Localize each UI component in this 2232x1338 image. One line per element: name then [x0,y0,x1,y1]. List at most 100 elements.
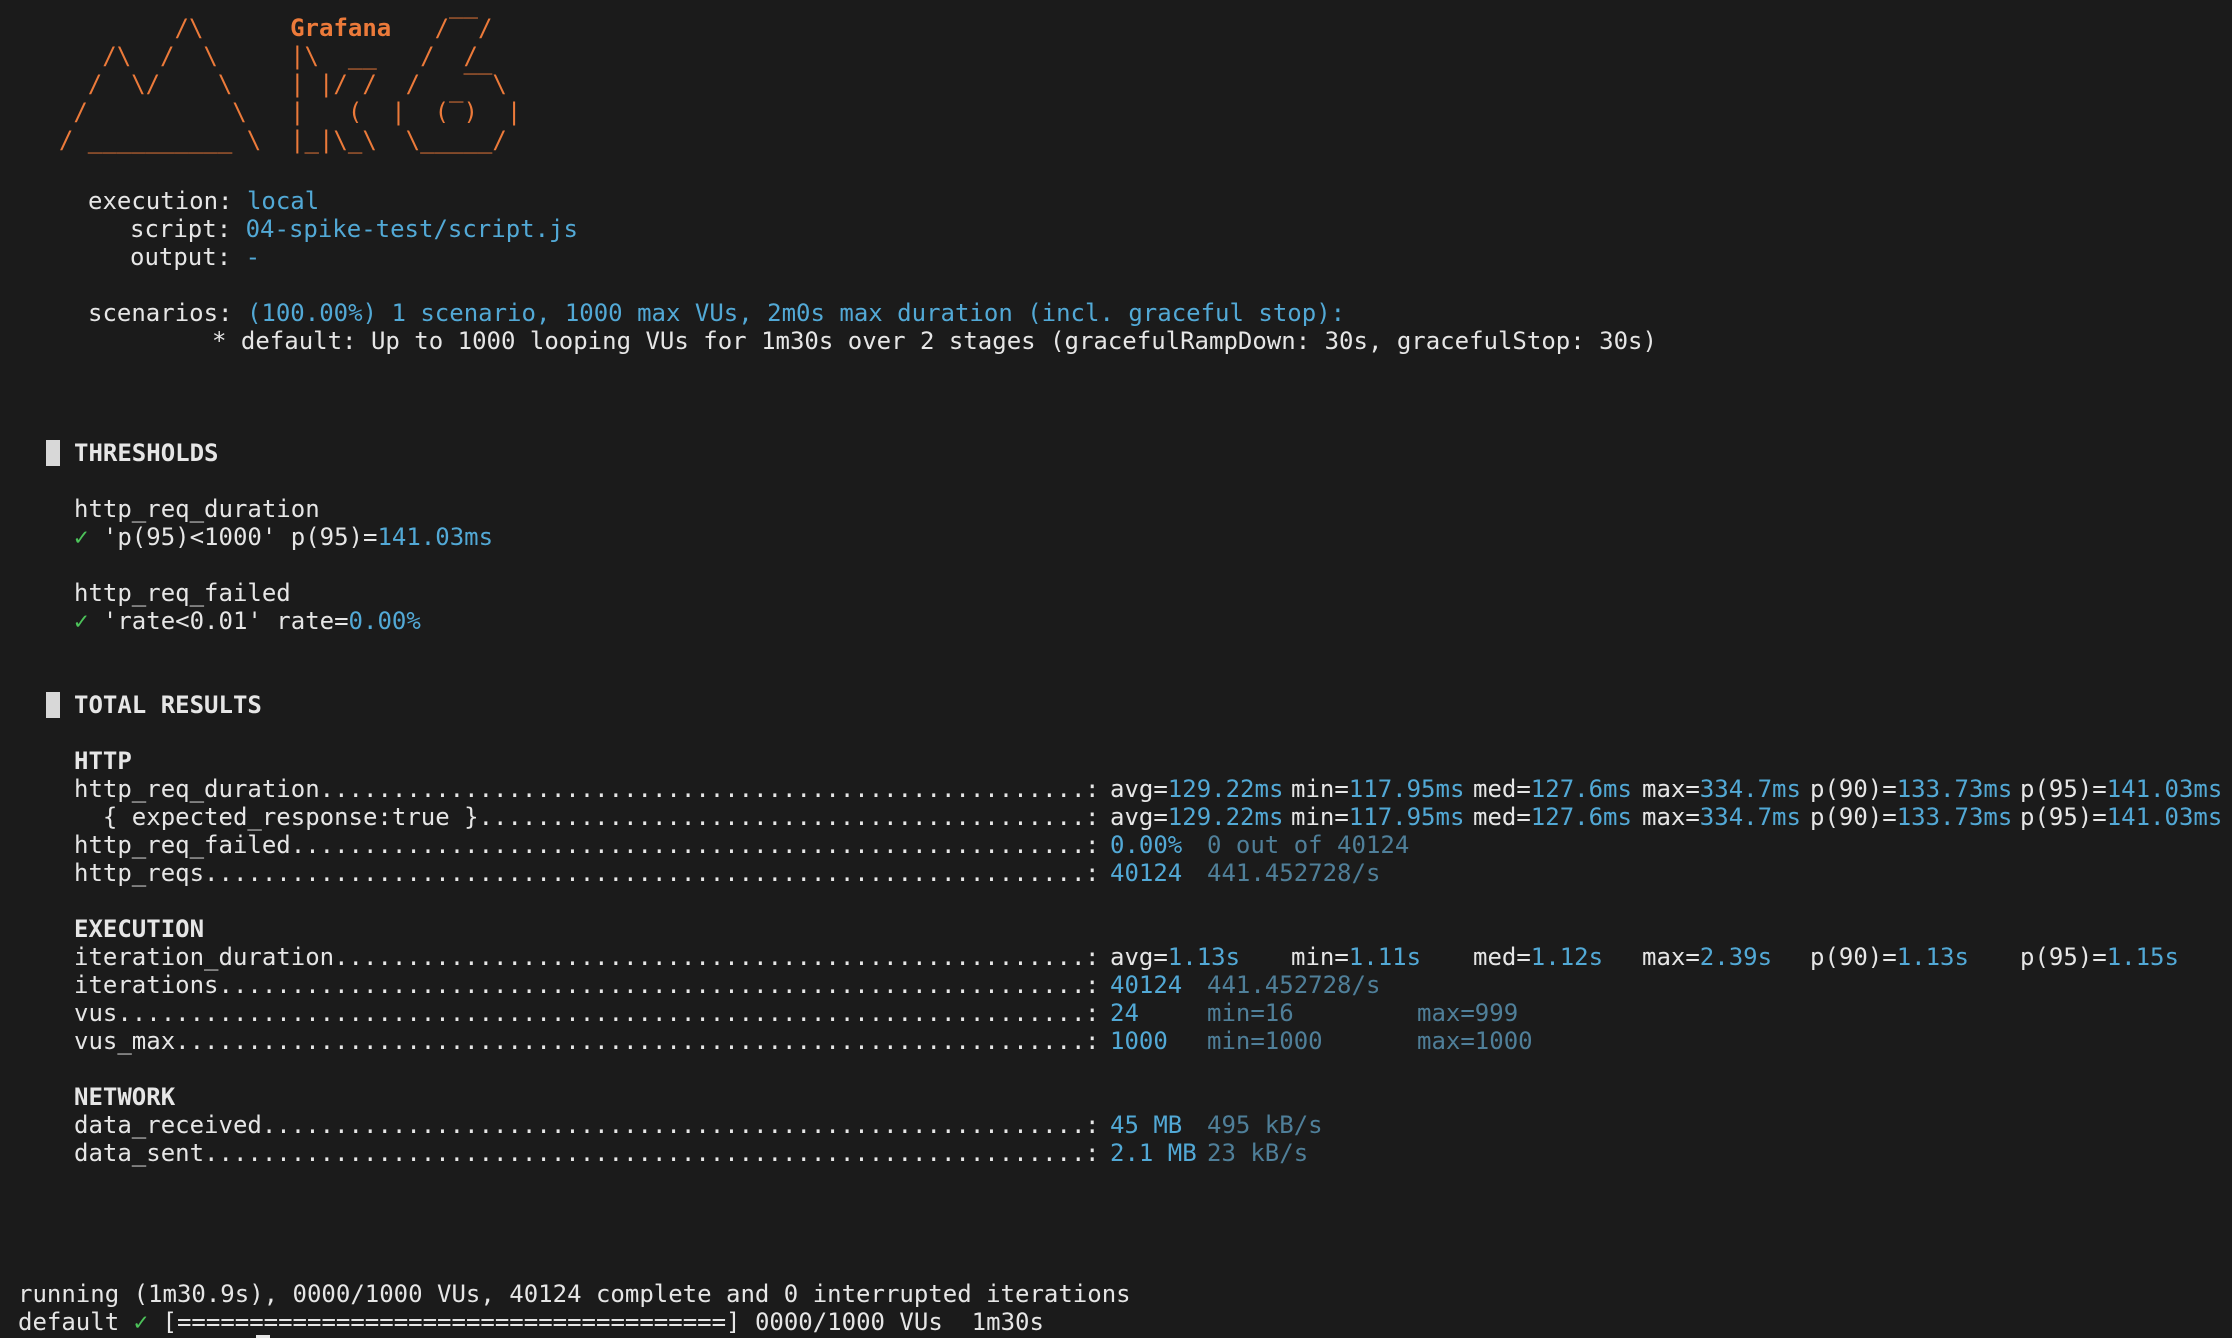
threshold-rule: 'p(95)<1000' p(95)= [102,523,378,551]
metric-stat: min=117.95ms [1291,775,1464,803]
metric-colon: : [1085,803,1100,831]
metric-stat: min=1.11s [1291,943,1421,971]
stat-key: max= [1642,803,1700,831]
check-icon: ✓ [133,1308,149,1336]
progress-scenario-name: default [18,1308,120,1336]
execution-label: execution: [88,187,233,215]
stat-value: 133.73ms [1896,803,2013,831]
metric-stat: avg=129.22ms [1110,775,1283,803]
stat-key: avg= [1110,775,1168,803]
threshold-metric: http_req_failed [74,579,291,607]
metric-extra: 0 out of 40124 [1207,831,1410,859]
metric-extra: min=1000 [1207,1027,1323,1055]
threshold-value: 0.00% [348,607,421,635]
metric-colon: : [1085,859,1100,887]
section-marker [46,692,60,718]
metric-value: 40124 [1110,971,1183,999]
metric-extra: max=999 [1417,999,1519,1027]
stat-key: p(95)= [2020,775,2107,803]
metric-stat: max=334.7ms [1642,803,1801,831]
execution-group-title: EXECUTION [74,915,205,943]
k6-ascii-logo: /\ Grafana /‾‾/ /\ / \ |\ __ / / / \/ \ … [30,14,521,154]
stat-value: 117.95ms [1348,803,1465,831]
stat-value: 133.73ms [1896,775,2013,803]
progress-bar: [======================================] [162,1308,741,1336]
metric-stat: max=334.7ms [1642,775,1801,803]
metric-name: iterations [74,971,219,999]
dot-leader: ........................................… [478,803,1085,831]
progress-line: default ✓ [=============================… [18,1308,1044,1336]
stat-key: min= [1291,943,1349,971]
metric-value: 40124 [1110,859,1183,887]
metric-stat: avg=129.22ms [1110,803,1283,831]
metric-stat: p(95)=1.15s [2020,943,2179,971]
threshold-metric: http_req_duration [74,495,320,523]
metric-name: { expected_response:true } [74,803,479,831]
stat-key: p(90)= [1810,943,1897,971]
thresholds-section-header: THRESHOLDS [46,439,219,467]
dot-leader: ........................................… [204,859,1085,887]
metric-name: data_sent [74,1139,205,1167]
scenarios-line: scenarios: (100.00%) 1 scenario, 1000 ma… [88,299,1345,327]
dot-leader: ........................................… [117,999,1085,1027]
dot-leader: ........................................… [319,775,1085,803]
thresholds-title: THRESHOLDS [74,439,219,467]
dot-leader: ........................................… [218,971,1086,999]
metric-row-name: http_req_duration [74,775,320,803]
metric-extra: 23 kB/s [1207,1139,1309,1167]
metric-colon: : [1085,943,1100,971]
stat-value: 117.95ms [1348,775,1465,803]
metric-colon: : [1085,1139,1100,1167]
stat-key: avg= [1110,803,1168,831]
stat-value: 1.12s [1530,943,1604,971]
script-label: script: [130,215,232,243]
metric-name: http_req_failed [74,831,291,859]
metric-stat: p(90)=1.13s [1810,943,1969,971]
metric-row-name: http_reqs [74,859,204,887]
metric-extra: max=1000 [1417,1027,1533,1055]
metric-name: vus [74,999,118,1027]
check-icon: ✓ [74,523,89,551]
stat-value: 1.13s [1896,943,1969,971]
dot-leader: ........................................… [204,1139,1085,1167]
stat-value: 141.03ms [2106,775,2223,803]
metric-row-name: vus [74,999,117,1027]
metric-name: iteration_duration [74,943,335,971]
dot-leader: ........................................… [175,1027,1085,1055]
threshold-rule: 'rate<0.01' rate= [102,607,349,635]
metric-row-name: { expected_response:true } [74,803,479,831]
metric-colon: : [1085,831,1100,859]
stat-key: med= [1473,943,1531,971]
execution-line: execution: local [88,187,319,215]
metric-colon: : [1085,999,1100,1027]
stat-value: 1.13s [1167,943,1241,971]
stat-value: 127.6ms [1530,775,1632,803]
dot-leader: ........................................… [290,831,1085,859]
metric-row-name: iteration_duration [74,943,334,971]
threshold-check-row: ✓ 'p(95)<1000' p(95)=141.03ms [74,523,493,551]
dot-leader: ........................................… [334,943,1085,971]
metric-extra: 495 kB/s [1207,1111,1323,1139]
section-marker [46,440,60,466]
metric-name: data_received [74,1111,262,1139]
metric-extra: 441.452728/s [1207,859,1381,887]
results-title: TOTAL RESULTS [74,691,262,719]
metric-row-name: iterations [74,971,219,999]
network-group-title: NETWORK [74,1083,176,1111]
stat-key: med= [1473,803,1531,831]
stat-key: p(90)= [1810,803,1897,831]
execution-value: local [246,187,320,215]
results-section-header: TOTAL RESULTS [46,691,262,719]
threshold-value: 141.03ms [377,523,494,551]
stat-key: p(95)= [2020,803,2107,831]
logo-ascii-art: /\ Grafana /‾‾/ /\ / \ |\ __ / / / \/ \ … [30,14,522,154]
output-line: output: - [130,243,260,271]
metric-stat: p(95)=141.03ms [2020,803,2222,831]
stat-value: 334.7ms [1699,803,1801,831]
metric-stat: avg=1.13s [1110,943,1240,971]
grafana-brand: Grafana [290,14,392,42]
stat-value: 334.7ms [1699,775,1801,803]
terminal-window: /\ Grafana /‾‾/ /\ / \ |\ __ / / / \/ \ … [0,0,2232,1338]
metric-stat: p(95)=141.03ms [2020,775,2222,803]
stat-value: 2.39s [1699,943,1773,971]
